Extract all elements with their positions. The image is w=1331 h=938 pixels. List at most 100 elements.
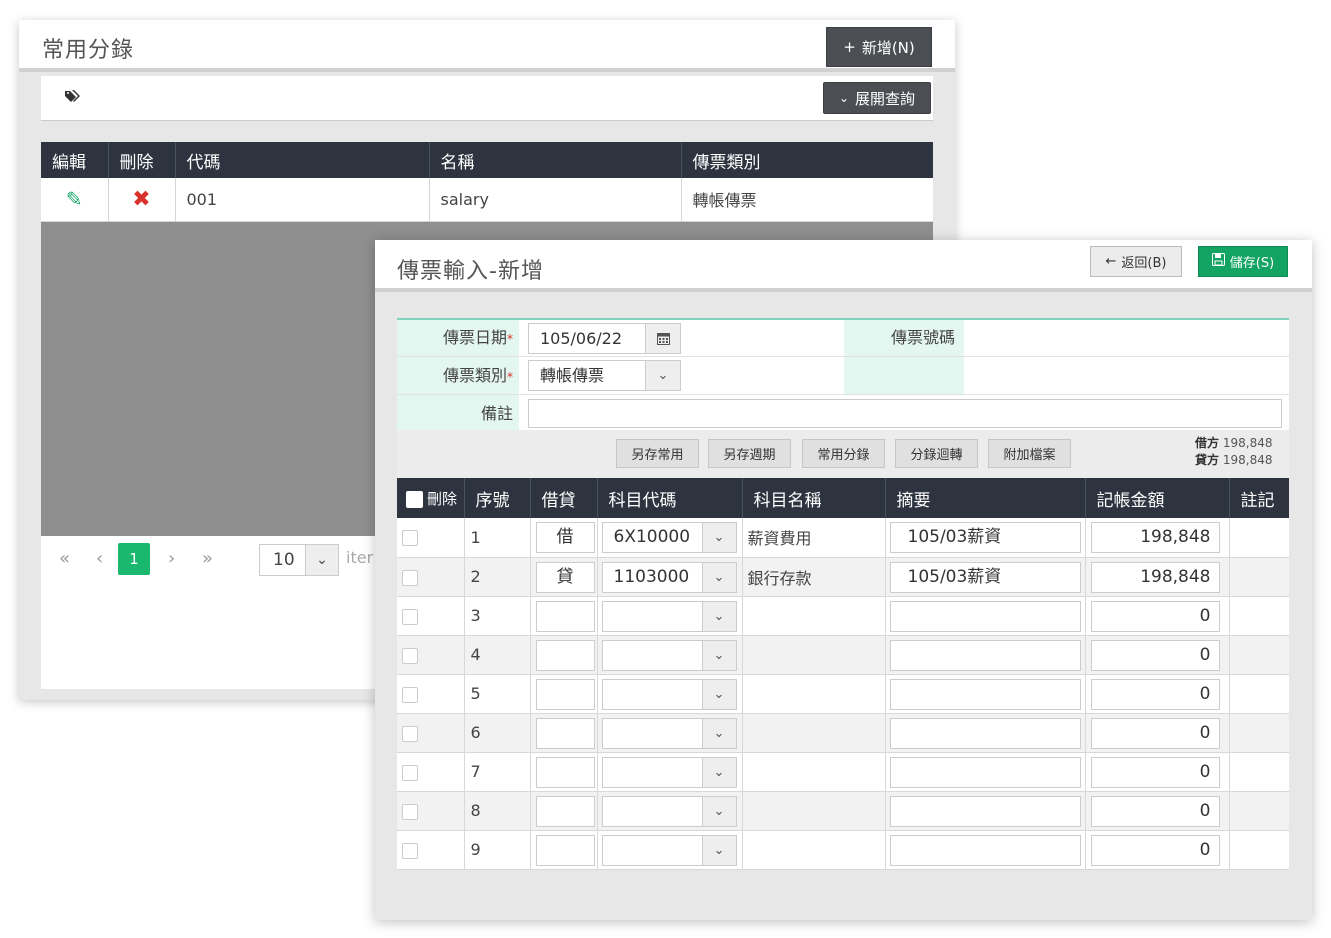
debit-credit-input[interactable]: 借: [535, 522, 595, 553]
first-page-icon[interactable]: «: [59, 548, 70, 569]
calendar-icon[interactable]: [645, 324, 680, 353]
summary-input[interactable]: [889, 834, 1081, 866]
column-header: 摘要: [885, 478, 1086, 518]
column-header: 名稱: [429, 142, 682, 178]
account-code-cell: ⌄: [597, 752, 743, 792]
amount-input[interactable]: 0: [1090, 639, 1220, 671]
delete-cell: [397, 518, 465, 558]
row-checkbox[interactable]: [402, 803, 418, 820]
debit-credit-input[interactable]: [535, 678, 595, 710]
amount-input[interactable]: 0: [1090, 756, 1220, 788]
table-row: 7 ⌄ 0: [397, 752, 1289, 792]
row-checkbox[interactable]: [402, 686, 418, 703]
reverse-entries-button[interactable]: 分錄迴轉: [895, 439, 978, 468]
save-as-common-button[interactable]: 另存常用: [616, 439, 699, 468]
amount-input[interactable]: 198,848: [1090, 561, 1220, 593]
select-all-checkbox[interactable]: [406, 490, 423, 508]
prev-page-icon[interactable]: ‹: [96, 548, 103, 569]
page-size-select[interactable]: 10 ⌄: [259, 544, 339, 576]
summary-input[interactable]: [889, 600, 1081, 632]
summary-input[interactable]: [889, 678, 1081, 710]
chevron-down-icon: ⌄: [701, 523, 736, 552]
account-code-select[interactable]: 1103000 ⌄: [601, 561, 737, 593]
x-icon[interactable]: ✖: [132, 187, 150, 212]
account-code-select[interactable]: ⌄: [601, 717, 737, 749]
account-code-select[interactable]: ⌄: [601, 678, 737, 710]
table-row: 9 ⌄ 0: [397, 830, 1289, 870]
delete-cell: [397, 791, 465, 831]
floppy-icon: [1211, 253, 1225, 270]
common-entries-button[interactable]: 常用分錄: [802, 439, 885, 468]
amount-input[interactable]: 0: [1090, 678, 1220, 710]
attach-file-button[interactable]: 附加檔案: [988, 439, 1071, 468]
delete-cell: [397, 674, 465, 714]
dc-cell: [530, 713, 598, 753]
chevron-down-icon: ⌄: [701, 640, 736, 670]
save-button[interactable]: 儲存(S): [1198, 246, 1288, 277]
row-checkbox[interactable]: [402, 842, 418, 859]
debit-credit-input[interactable]: [535, 717, 595, 749]
debit-credit-input[interactable]: [535, 795, 595, 827]
account-code-select[interactable]: ⌄: [601, 795, 737, 827]
voucher-entry-window: 傳票輸入-新增 ← 返回(B) 儲存(S) 傳票日期* 105/06/22 傳票…: [375, 240, 1312, 920]
amount-input[interactable]: 0: [1090, 600, 1220, 632]
row-checkbox[interactable]: [402, 647, 418, 664]
debit-credit-input[interactable]: [535, 600, 595, 632]
seq-cell: 5: [464, 674, 531, 714]
delete-cell: [397, 635, 465, 675]
next-page-icon[interactable]: ›: [168, 548, 175, 569]
amount-input[interactable]: 0: [1090, 717, 1220, 749]
note-input[interactable]: [528, 399, 1282, 428]
row-checkbox[interactable]: [402, 608, 418, 625]
row-checkbox[interactable]: [402, 530, 418, 547]
debit-credit-input[interactable]: 貸: [535, 561, 595, 593]
debit-credit-input[interactable]: [535, 639, 595, 671]
amount-cell: 0: [1085, 791, 1230, 831]
account-code-cell: ⌄: [597, 791, 743, 831]
common-entries-header: 常用分錄 + 新增(N): [19, 20, 955, 72]
account-code-select[interactable]: ⌄: [601, 639, 737, 671]
last-page-icon[interactable]: »: [202, 548, 213, 569]
summary-input[interactable]: [889, 756, 1081, 788]
chevron-down-icon: ⌄: [701, 601, 736, 631]
table-row: 3 ⌄ 0: [397, 596, 1289, 636]
summary-input[interactable]: 105/03薪資: [889, 522, 1081, 553]
amount-input[interactable]: 0: [1090, 795, 1220, 827]
add-button-label: 新增(N): [861, 38, 915, 57]
delete-cell: [397, 596, 465, 636]
row-checkbox[interactable]: [402, 764, 418, 781]
note-cell: [1229, 518, 1289, 558]
summary-input[interactable]: [889, 717, 1081, 749]
save-as-periodic-button[interactable]: 另存週期: [708, 439, 791, 468]
add-button[interactable]: + 新增(N): [826, 27, 932, 67]
account-code-select[interactable]: ⌄: [601, 600, 737, 632]
summary-input[interactable]: 105/03薪資: [889, 561, 1081, 593]
type-label: 傳票類別*: [397, 357, 519, 394]
voucher-type-select[interactable]: 轉帳傳票 ⌄: [528, 360, 681, 391]
account-name-cell: [742, 752, 886, 792]
table-row: 1 借 6X10000 ⌄ 薪資費用 105/03薪資 198,848: [397, 518, 1289, 558]
note-cell: [1229, 791, 1289, 831]
back-button[interactable]: ← 返回(B): [1090, 246, 1182, 277]
amount-input[interactable]: 0: [1090, 834, 1220, 866]
table-row: 2 貸 1103000 ⌄ 銀行存款 105/03薪資 198,848: [397, 557, 1289, 597]
account-code-select[interactable]: ⌄: [601, 834, 737, 866]
expand-query-button[interactable]: ⌄ 展開查詢: [823, 82, 931, 114]
date-input[interactable]: 105/06/22: [528, 323, 681, 354]
row-checkbox[interactable]: [402, 725, 418, 742]
table-row: ✎ ✖ 001 salary 轉帳傳票: [41, 178, 933, 222]
amount-cell: 0: [1085, 674, 1230, 714]
account-code-select[interactable]: ⌄: [601, 756, 737, 788]
column-header: 代碼: [175, 142, 430, 178]
summary-input[interactable]: [889, 639, 1081, 671]
page-1-button[interactable]: 1: [118, 543, 150, 575]
row-checkbox[interactable]: [402, 569, 418, 586]
debit-credit-input[interactable]: [535, 756, 595, 788]
amount-input[interactable]: 198,848: [1090, 522, 1220, 553]
account-code-select[interactable]: 6X10000 ⌄: [601, 522, 737, 553]
common-entries-table: 編輯 刪除 代碼 名稱 傳票類別 ✎ ✖ 001 salary 轉帳傳票: [41, 142, 933, 222]
seq-cell: 9: [464, 830, 531, 870]
pencil-icon[interactable]: ✎: [66, 187, 83, 211]
summary-input[interactable]: [889, 795, 1081, 827]
debit-credit-input[interactable]: [535, 834, 595, 866]
